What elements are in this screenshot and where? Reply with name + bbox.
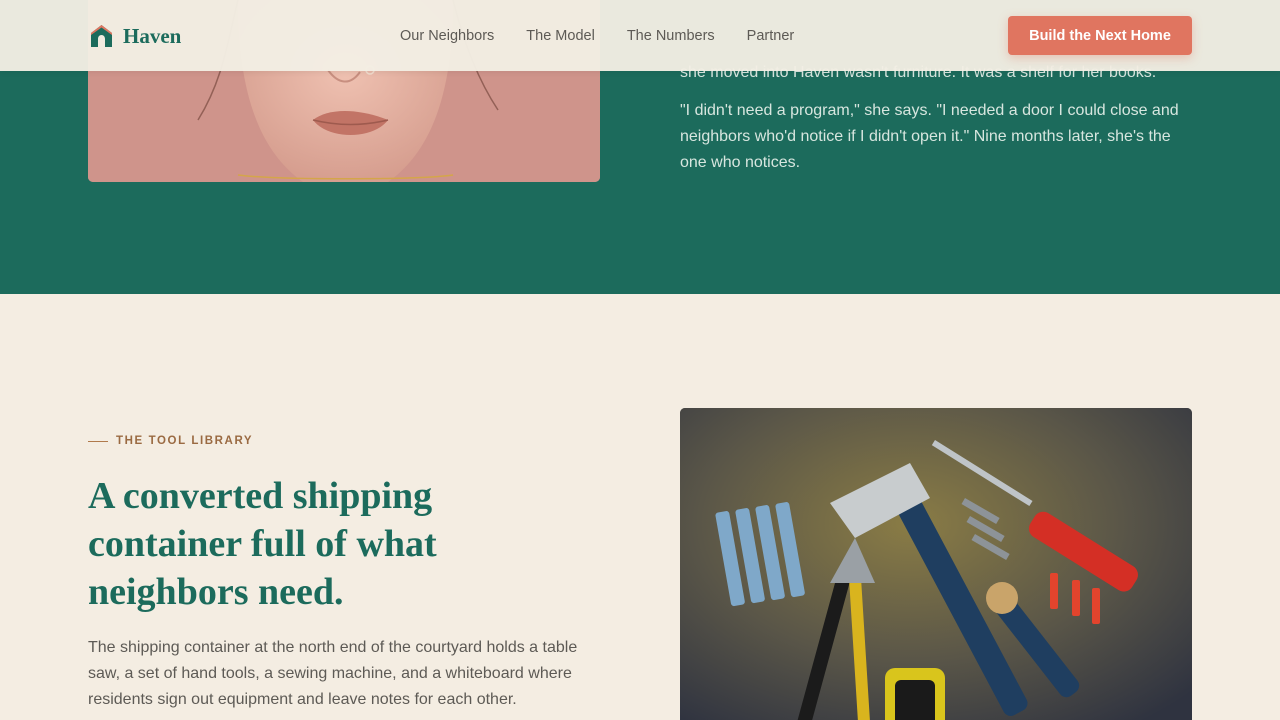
main-nav: Our Neighbors The Model The Numbers Part… <box>400 27 794 45</box>
story-text: she moved into Haven wasn't furniture. I… <box>680 60 1180 176</box>
section-title: A converted shipping container full of w… <box>88 475 437 613</box>
nav-partner[interactable]: Partner <box>747 27 795 45</box>
nav-our-neighbors[interactable]: Our Neighbors <box>400 27 494 45</box>
logo-link[interactable]: Haven <box>90 23 181 49</box>
nav-the-numbers[interactable]: The Numbers <box>627 27 715 45</box>
tools-illustration <box>680 408 1192 720</box>
house-icon <box>91 25 112 47</box>
section-eyebrow: THE TOOL LIBRARY <box>88 435 253 447</box>
section-body: The shipping container at the north end … <box>88 639 578 708</box>
tools-photo <box>680 408 1192 720</box>
eyebrow-label: THE TOOL LIBRARY <box>116 435 254 447</box>
tool-library-section: THE TOOL LIBRARY A converted shipping co… <box>0 294 1280 720</box>
nav-the-model[interactable]: The Model <box>526 27 595 45</box>
brand-name: Haven <box>123 24 182 48</box>
eyebrow-divider <box>88 440 108 442</box>
story-quote: "I didn't need a program," she says. "I … <box>680 102 1179 171</box>
build-next-home-button[interactable]: Build the Next Home <box>1008 16 1192 55</box>
site-header: Haven Our Neighbors The Model The Number… <box>0 0 1280 71</box>
